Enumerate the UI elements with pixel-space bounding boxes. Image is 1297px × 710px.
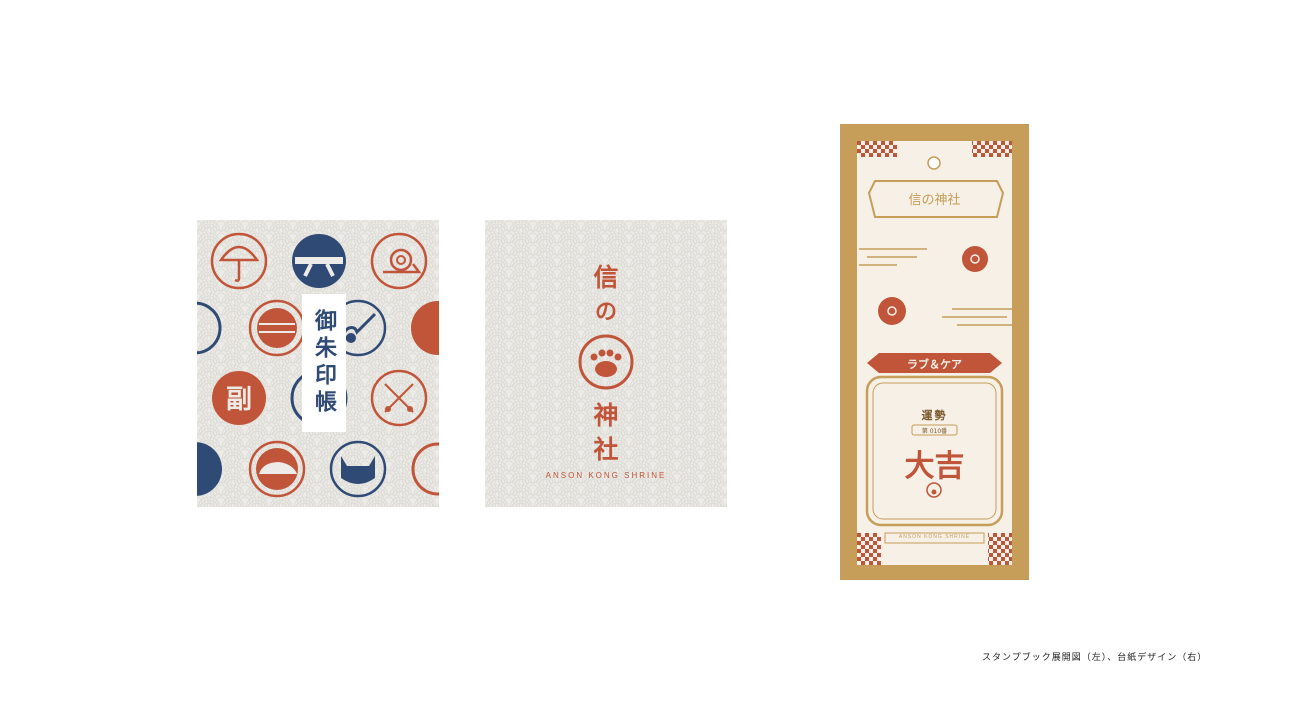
shrine-char-4: 社 [593, 435, 619, 464]
navy-ring-left [197, 301, 222, 355]
plum-flower-icon [878, 297, 906, 325]
fortune-card: 信の神社 ラブ＆ケア 運勢 第 010番 大吉 ANSON KONG SHRIN… [840, 124, 1029, 580]
fortune-label: 運勢 [921, 409, 948, 422]
hang-hole [927, 156, 941, 170]
snail-icon [370, 232, 428, 290]
svg-text:副: 副 [226, 385, 252, 415]
card-banner-title: 信の神社 [908, 193, 961, 208]
cover-title-tag: 御朱印帳 [302, 294, 346, 432]
calligraphy-icon: 副 [212, 371, 266, 425]
card-footer-english: ANSON KONG SHRINE [898, 534, 971, 540]
paw-icon [578, 334, 634, 390]
umbrella-icon [210, 232, 268, 290]
figure-caption: スタンプブック展開図（左）、台紙デザイン（右） [982, 653, 1208, 663]
shrine-char-2: の [594, 299, 617, 325]
shrine-char-1: 信 [593, 263, 619, 292]
cover-title: 御朱印帳 [311, 309, 337, 417]
paw-icon [926, 482, 942, 498]
shrine-english-name: ANSON KONG SHRINE [545, 471, 667, 480]
fortune-card-inner: 信の神社 ラブ＆ケア 運勢 第 010番 大吉 ANSON KONG SHRIN… [857, 141, 1012, 565]
stamp-book-inner-page: 信 の 神 社 ANSON KONG SHRINE [485, 220, 727, 507]
shrine-char-3: 神 [593, 401, 619, 430]
fortune-result: 大吉 [904, 449, 965, 484]
vermilion-ring-right [411, 442, 439, 496]
vermilion-disc-right [411, 301, 439, 355]
navy-disc-left [197, 442, 222, 496]
plum-flower-icon [962, 246, 988, 272]
stamp-book-cover: 副 御朱印帳 [197, 220, 439, 507]
car-icon [248, 440, 306, 498]
wolf-icon [329, 440, 387, 498]
card-ribbon-text: ラブ＆ケア [907, 358, 962, 371]
ball-icon [248, 299, 306, 357]
fortune-number: 第 010番 [921, 428, 948, 435]
belt-icon [292, 234, 346, 288]
swords-icon [370, 369, 428, 427]
